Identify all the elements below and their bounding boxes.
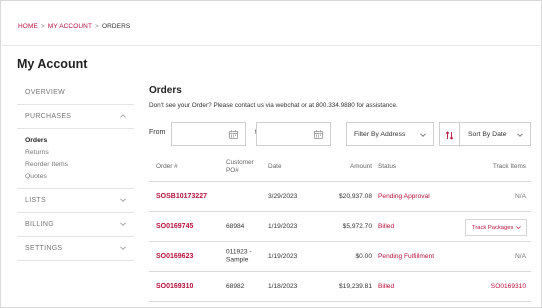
orders-table-header: Order # Customer PO# Date Amount Status … bbox=[149, 159, 531, 181]
table-row: SO0169623 011923 - Sample 1/19/2023 $0.0… bbox=[149, 242, 531, 272]
track-items-na: N/A bbox=[515, 192, 526, 200]
customer-po: 68982 bbox=[226, 282, 245, 290]
order-status: Pending Approval bbox=[378, 192, 430, 200]
chevron-down-icon bbox=[120, 198, 126, 202]
orders-table-body: SOSB10173227 3/29/2023 $20,937.08 Pendin… bbox=[149, 182, 531, 302]
breadcrumb-current: ORDERS bbox=[101, 23, 131, 30]
column-header-amount: Amount bbox=[349, 163, 372, 170]
tracking-link[interactable]: SO0169310 bbox=[491, 282, 526, 291]
chevron-down-icon bbox=[120, 222, 126, 226]
column-header-customer-po: Customer PO# bbox=[226, 159, 254, 175]
breadcrumb: HOME > MY ACCOUNT > ORDERS bbox=[18, 23, 130, 30]
to-date-field[interactable] bbox=[256, 122, 331, 146]
sidebar-item-label: LISTS bbox=[25, 197, 46, 204]
sort-select[interactable]: Sort By Date bbox=[439, 122, 531, 147]
table-row: SO0169310 68982 1/18/2023 $19,239.81 Bil… bbox=[149, 272, 531, 302]
customer-po-line: 011923 - bbox=[226, 248, 252, 255]
order-amount: $20,937.08 bbox=[338, 192, 372, 200]
calendar-icon[interactable] bbox=[229, 130, 238, 139]
customer-po: 68984 bbox=[226, 222, 245, 230]
chevron-down-icon bbox=[420, 133, 426, 137]
from-label: From bbox=[149, 129, 166, 136]
breadcrumb-separator: > bbox=[95, 23, 99, 30]
sidebar-item-label: PURCHASES bbox=[25, 113, 72, 120]
breadcrumb-home[interactable]: HOME bbox=[18, 23, 38, 30]
order-status: Pending Fulfillment bbox=[378, 252, 435, 260]
page-title: My Account bbox=[17, 57, 88, 71]
chevron-up-icon bbox=[120, 114, 126, 118]
table-row: SO0169745 68984 1/19/2023 $5,972.70 Bill… bbox=[149, 212, 531, 242]
sidebar-subitem-orders[interactable]: Orders bbox=[17, 134, 134, 146]
chevron-down-icon bbox=[516, 226, 521, 230]
track-items-na: N/A bbox=[515, 252, 526, 260]
calendar-icon[interactable] bbox=[314, 130, 323, 139]
filter-bar: From to Filter bbox=[149, 122, 539, 147]
order-status: Billed bbox=[378, 282, 395, 290]
customer-po: 011923 - Sample bbox=[226, 248, 252, 265]
order-date: 1/18/2023 bbox=[268, 282, 298, 290]
address-filter-select[interactable]: Filter By Address bbox=[346, 122, 434, 146]
order-amount: $5,972.70 bbox=[342, 222, 372, 230]
breadcrumb-my-account[interactable]: MY ACCOUNT bbox=[48, 23, 92, 30]
order-date: 1/19/2023 bbox=[268, 252, 298, 260]
breadcrumb-separator: > bbox=[40, 23, 45, 30]
column-header-date: Date bbox=[268, 163, 282, 170]
from-date-field[interactable] bbox=[171, 122, 246, 146]
order-status: Billed bbox=[378, 222, 395, 230]
account-sidebar: OVERVIEW PURCHASES Orders Returns Reorde… bbox=[17, 81, 134, 261]
column-header-track-items: Track Items bbox=[492, 163, 526, 170]
order-date: 1/19/2023 bbox=[268, 222, 298, 230]
order-number-link[interactable]: SO0169310 bbox=[156, 282, 193, 291]
sidebar-subitem-returns[interactable]: Returns bbox=[17, 146, 134, 158]
order-amount: $0.00 bbox=[355, 252, 372, 260]
column-header-order: Order # bbox=[156, 163, 178, 170]
address-filter-value: Filter By Address bbox=[354, 130, 406, 138]
table-row: SOSB10173227 3/29/2023 $20,937.08 Pendin… bbox=[149, 182, 531, 212]
sidebar-item-overview[interactable]: OVERVIEW bbox=[17, 81, 134, 105]
order-number-link[interactable]: SOSB10173227 bbox=[156, 192, 207, 201]
chevron-down-icon bbox=[517, 133, 523, 137]
sort-value: Sort By Date bbox=[468, 130, 507, 138]
sidebar-item-settings[interactable]: SETTINGS bbox=[17, 237, 134, 261]
sidebar-item-label: OVERVIEW bbox=[25, 89, 66, 96]
customer-po-line: Sample bbox=[226, 256, 249, 264]
track-packages-label: Track Packages bbox=[472, 224, 514, 231]
orders-page: HOME > MY ACCOUNT > ORDERS My Account OVERVI… bbox=[0, 0, 542, 308]
sidebar-subitem-reorder-items[interactable]: Reorder Items bbox=[17, 158, 134, 170]
header-divider bbox=[2, 45, 540, 46]
column-header-po: PO# bbox=[226, 167, 239, 174]
order-amount: $19,239.81 bbox=[338, 282, 372, 290]
sidebar-item-label: BILLING bbox=[25, 221, 54, 228]
orders-main: Orders Don't see your Order? Please cont… bbox=[149, 85, 534, 109]
support-notice: Don't see your Order? Please contact us … bbox=[149, 102, 398, 109]
sort-icon bbox=[445, 130, 454, 140]
order-date: 3/29/2023 bbox=[268, 192, 298, 200]
chevron-down-icon bbox=[120, 246, 126, 250]
column-header-status: Status bbox=[378, 163, 397, 170]
sidebar-item-billing[interactable]: BILLING bbox=[17, 213, 134, 237]
purchases-submenu: Orders Returns Reorder Items Quotes bbox=[17, 129, 134, 189]
order-number-link[interactable]: SO0169623 bbox=[156, 252, 193, 261]
sidebar-item-label: SETTINGS bbox=[25, 245, 63, 252]
sort-icon-box bbox=[440, 123, 460, 147]
order-number-link[interactable]: SO0169745 bbox=[156, 222, 193, 231]
sidebar-item-purchases[interactable]: PURCHASES bbox=[17, 105, 134, 129]
track-packages-button[interactable]: Track Packages bbox=[465, 219, 527, 236]
column-header-customer: Customer bbox=[226, 159, 254, 166]
sidebar-item-lists[interactable]: LISTS bbox=[17, 189, 134, 213]
sidebar-subitem-quotes[interactable]: Quotes bbox=[17, 170, 134, 182]
orders-heading: Orders bbox=[149, 85, 182, 96]
